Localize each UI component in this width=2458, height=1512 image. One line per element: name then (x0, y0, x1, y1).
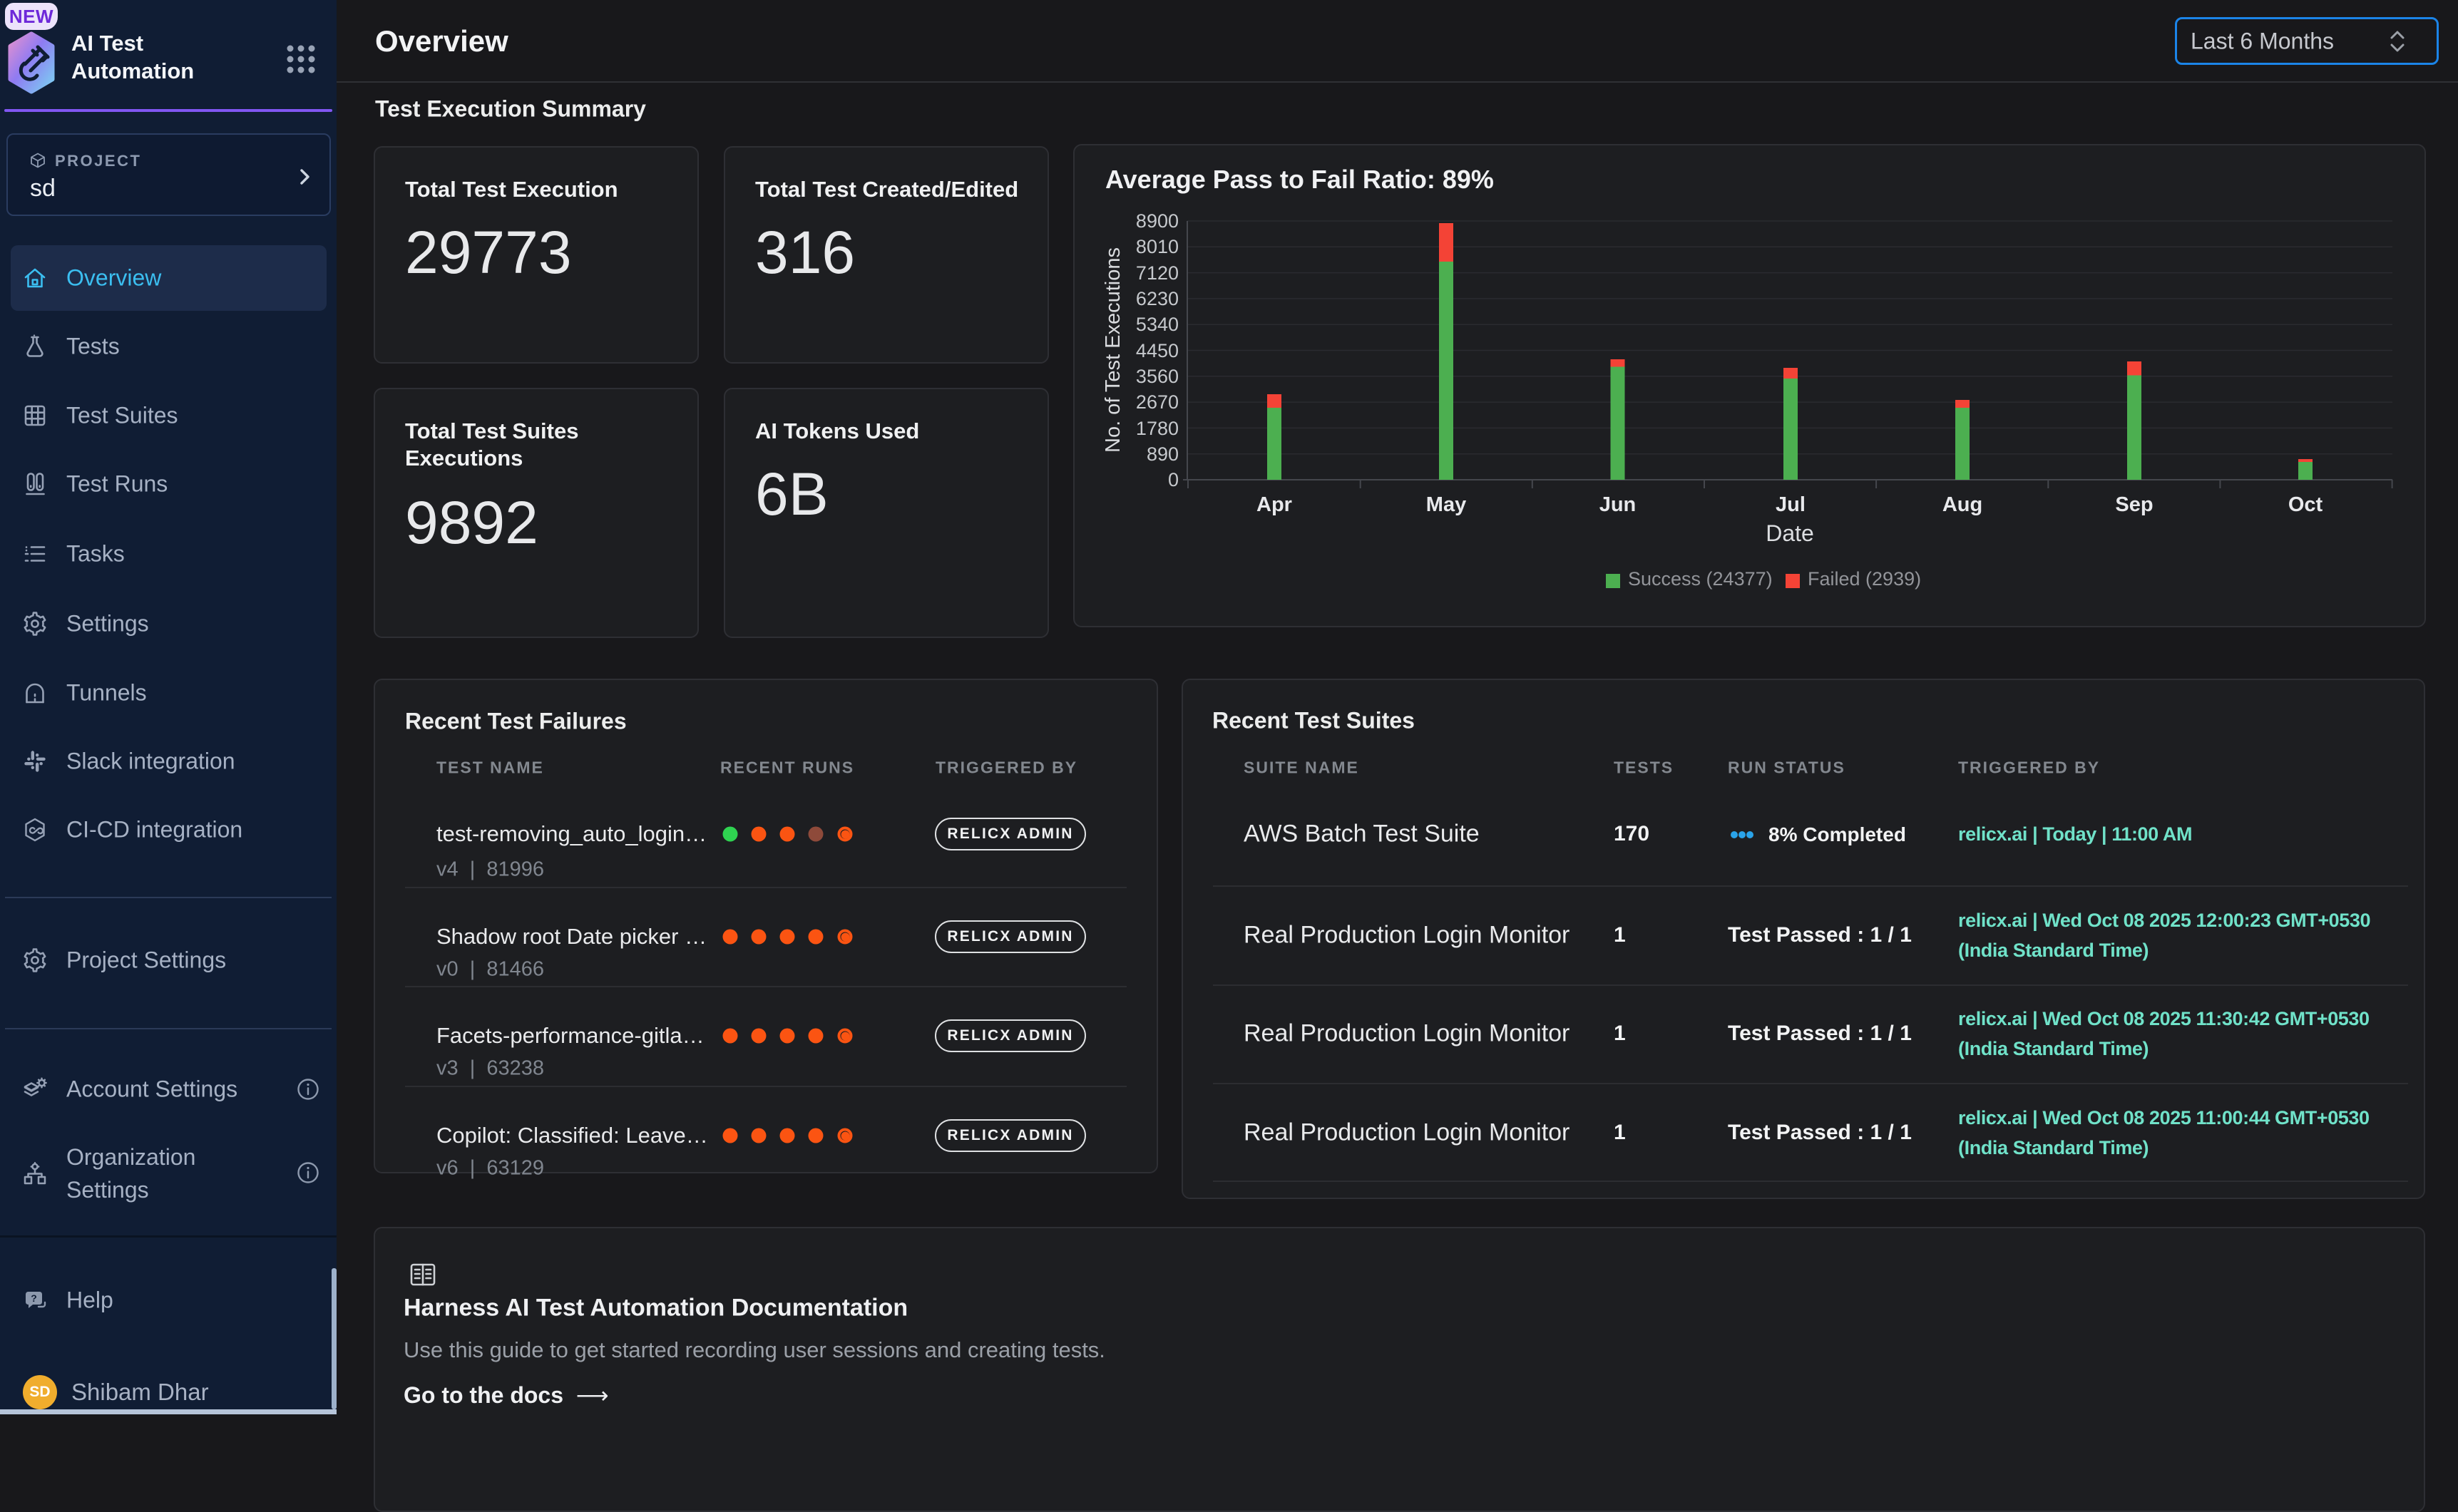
svg-text:?: ? (31, 1292, 37, 1304)
svg-text:4450: 4450 (1136, 340, 1179, 361)
svg-text:May: May (1426, 493, 1466, 516)
svg-text:Date: Date (1766, 520, 1814, 546)
svg-text:Jul: Jul (1776, 493, 1806, 516)
svg-text:Aug: Aug (1942, 493, 1982, 516)
svg-text:6230: 6230 (1136, 288, 1179, 309)
svg-text:8010: 8010 (1136, 236, 1179, 257)
svg-text:3560: 3560 (1136, 366, 1179, 387)
svg-text:Failed (2939): Failed (2939) (1808, 568, 1921, 590)
svg-text:1780: 1780 (1136, 418, 1179, 439)
svg-text:Success (24377): Success (24377) (1628, 568, 1773, 590)
svg-text:2670: 2670 (1136, 391, 1179, 413)
svg-text:Apr: Apr (1256, 493, 1292, 516)
svg-text:Jun: Jun (1599, 493, 1637, 516)
svg-text:Oct: Oct (2288, 493, 2323, 516)
svg-text:Average Pass to Fail Ratio: 89: Average Pass to Fail Ratio: 89% (1105, 165, 1494, 194)
svg-text:890: 890 (1147, 443, 1179, 465)
svg-text:0: 0 (1168, 469, 1179, 490)
svg-text:Sep: Sep (2115, 493, 2153, 516)
svg-text:8900: 8900 (1136, 210, 1179, 232)
svg-text:No. of Test Executions: No. of Test Executions (1102, 247, 1125, 453)
svg-text:5340: 5340 (1136, 314, 1179, 335)
svg-text:7120: 7120 (1136, 262, 1179, 284)
